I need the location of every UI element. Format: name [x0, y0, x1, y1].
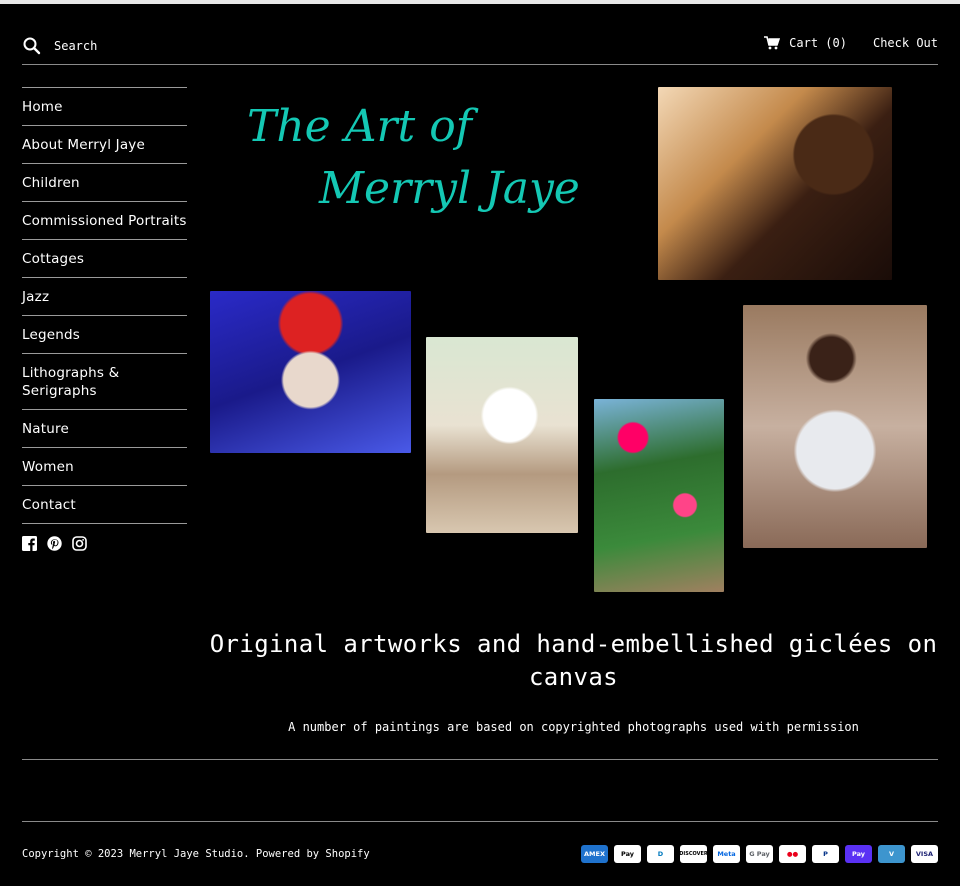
shop-pay-icon: Pay: [845, 845, 872, 863]
payment-icons: AMEX Pay D DISCOVER Meta G Pay ●● P Pay …: [581, 845, 938, 863]
facebook-icon[interactable]: [22, 536, 37, 551]
diners-club-icon: D: [647, 845, 674, 863]
instagram-icon[interactable]: [72, 536, 87, 551]
page-heading: Original artworks and hand-embellished g…: [209, 630, 938, 691]
discover-icon: DISCOVER: [680, 845, 707, 863]
sidebar-item-commissioned-portraits[interactable]: Commissioned Portraits: [22, 202, 187, 240]
pinterest-icon[interactable]: [47, 536, 62, 551]
header-links: Cart (0) Check Out: [764, 36, 938, 50]
google-pay-icon: G Pay: [746, 845, 773, 863]
sidebar-item-nature[interactable]: Nature: [22, 410, 187, 448]
divider: [22, 759, 938, 760]
nav-list: Home About Merryl Jaye Children Commissi…: [22, 87, 187, 524]
painting-trumpet-player: [658, 87, 892, 280]
social-links: [22, 536, 187, 551]
venmo-icon: V: [878, 845, 905, 863]
cart-label: Cart (0): [789, 36, 847, 50]
sidebar-item-cottages[interactable]: Cottages: [22, 240, 187, 278]
painting-man-red-bandana: [210, 291, 411, 453]
apple-pay-icon: Pay: [614, 845, 641, 863]
sidebar-nav: Home About Merryl Jaye Children Commissi…: [22, 87, 187, 551]
site-header: Search Cart (0) Check Out: [22, 30, 938, 65]
painting-woman-with-rose: [743, 305, 927, 548]
sidebar-item-lithographs[interactable]: Lithographs & Serigraphs: [22, 354, 187, 410]
painting-child-white-dress: [426, 337, 578, 533]
cart-icon: [764, 36, 781, 50]
search-input[interactable]: Search: [54, 39, 97, 53]
hero-title: The Art of Merryl Jaye: [239, 96, 599, 236]
meta-pay-icon: Meta: [713, 845, 740, 863]
search-bar[interactable]: Search: [22, 36, 97, 56]
cart-link[interactable]: Cart (0): [764, 36, 847, 50]
sidebar-item-jazz[interactable]: Jazz: [22, 278, 187, 316]
paypal-icon: P: [812, 845, 839, 863]
visa-icon: VISA: [911, 845, 938, 863]
sidebar-item-women[interactable]: Women: [22, 448, 187, 486]
hero-title-line2: Merryl Jaye: [319, 163, 580, 214]
hero-title-line1: The Art of: [247, 101, 472, 152]
top-border: [0, 0, 960, 4]
checkout-link[interactable]: Check Out: [873, 36, 938, 50]
hero-collage: The Art of Merryl Jaye: [207, 84, 935, 599]
sidebar-item-contact[interactable]: Contact: [22, 486, 187, 524]
sidebar-item-about[interactable]: About Merryl Jaye: [22, 126, 187, 164]
painting-garden-path: [594, 399, 724, 592]
mastercard-icon: ●●: [779, 845, 806, 863]
footer-divider: [22, 821, 938, 822]
sidebar-item-legends[interactable]: Legends: [22, 316, 187, 354]
copyright-text: Copyright © 2023 Merryl Jaye Studio. Pow…: [22, 848, 370, 860]
sidebar-item-home[interactable]: Home: [22, 88, 187, 126]
amex-icon: AMEX: [581, 845, 608, 863]
permission-note: A number of paintings are based on copyr…: [288, 720, 859, 734]
sidebar-item-children[interactable]: Children: [22, 164, 187, 202]
search-icon[interactable]: [22, 36, 42, 56]
